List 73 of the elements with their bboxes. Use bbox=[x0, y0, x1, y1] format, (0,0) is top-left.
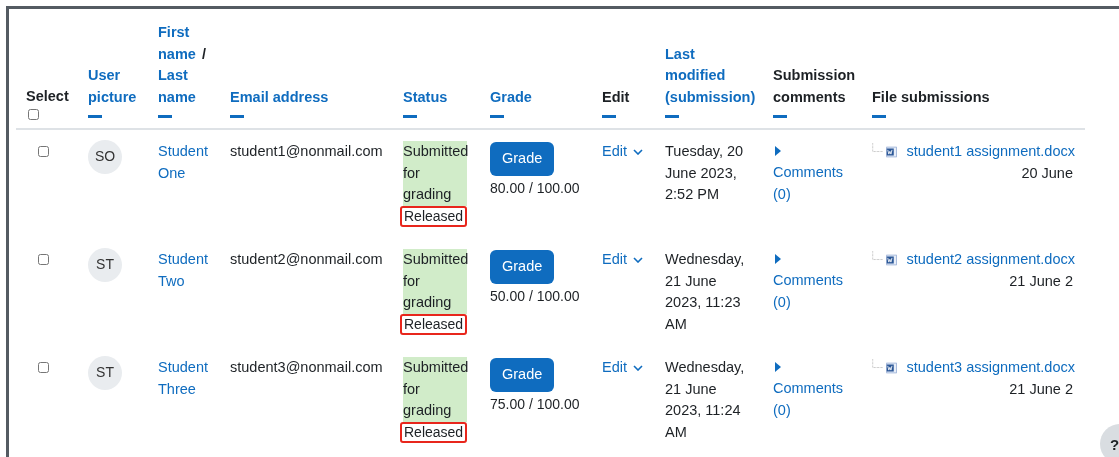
sort-icon[interactable] bbox=[773, 115, 787, 118]
sort-icon[interactable] bbox=[88, 115, 102, 118]
chevron-down-icon bbox=[633, 148, 643, 155]
sort-icon[interactable] bbox=[665, 115, 679, 118]
comments-link[interactable]: Comments (0) bbox=[773, 162, 852, 205]
grade-button[interactable]: Grade bbox=[490, 142, 555, 176]
release-status: Released bbox=[400, 205, 468, 227]
date-text: Wednesday, 21 June 2023, 11:23 AM bbox=[665, 251, 745, 332]
sort-icon[interactable] bbox=[490, 115, 504, 118]
grade-text: 50.00 / 100.00 bbox=[490, 286, 581, 306]
column-header-link[interactable]: Last name bbox=[158, 65, 210, 108]
column-header: Select bbox=[26, 86, 68, 106]
student-name-link[interactable]: Student Three bbox=[158, 357, 210, 400]
user-avatar[interactable]: ST bbox=[88, 248, 122, 282]
comments-link[interactable]: Comments (0) bbox=[773, 378, 852, 421]
sort-icon[interactable] bbox=[872, 115, 886, 118]
expand-triangle-icon bbox=[775, 254, 781, 264]
user-avatar[interactable]: ST bbox=[88, 356, 122, 390]
expand-triangle-icon bbox=[775, 146, 781, 156]
email-text: student3@nonmail.com bbox=[230, 359, 383, 375]
file-link[interactable]: student1 assignment.docx bbox=[906, 141, 1075, 163]
separator-text: / bbox=[202, 44, 207, 64]
status-badge: Submitted for grading bbox=[403, 141, 467, 206]
comments-link[interactable]: Comments (0) bbox=[773, 270, 852, 313]
file-date-text: 21 June 2 bbox=[1009, 380, 1073, 397]
grade-button[interactable]: Grade bbox=[490, 358, 555, 392]
row-checkbox[interactable] bbox=[38, 362, 49, 373]
column-header: Edit bbox=[602, 87, 631, 107]
edit-menu[interactable]: Edit bbox=[602, 141, 643, 163]
grade-button[interactable]: Grade bbox=[490, 250, 555, 284]
sort-icon[interactable] bbox=[403, 115, 417, 118]
tree-branch-icon bbox=[872, 140, 884, 155]
user-avatar[interactable]: SO bbox=[88, 140, 122, 174]
grade-text: 80.00 / 100.00 bbox=[490, 178, 581, 198]
chevron-down-icon bbox=[633, 364, 643, 371]
help-button[interactable]: ? bbox=[1100, 424, 1119, 457]
student-name-link[interactable]: Student Two bbox=[158, 249, 210, 292]
column-header-link[interactable]: Last modified (submission) bbox=[665, 43, 753, 108]
chevron-down-icon bbox=[633, 256, 643, 263]
edit-menu[interactable]: Edit bbox=[602, 249, 643, 271]
sort-icon[interactable] bbox=[602, 115, 616, 118]
edit-menu[interactable]: Edit bbox=[602, 357, 643, 379]
expand-triangle-icon bbox=[775, 362, 781, 372]
release-status: Released bbox=[400, 421, 468, 443]
date-text: Tuesday, 20 June 2023, 2:52 PM bbox=[665, 143, 744, 202]
release-status: Released bbox=[400, 313, 468, 335]
file-date-text: 21 June 2 bbox=[1009, 272, 1073, 289]
column-header-link[interactable]: Email address bbox=[230, 86, 383, 108]
sort-icon[interactable] bbox=[158, 115, 172, 118]
grade-text: 75.00 / 100.00 bbox=[490, 394, 581, 414]
row-checkbox[interactable] bbox=[38, 146, 49, 157]
file-link[interactable]: student3 assignment.docx bbox=[906, 357, 1075, 379]
select-all-checkbox[interactable] bbox=[28, 109, 39, 120]
email-text: student2@nonmail.com bbox=[230, 251, 383, 267]
column-header-link[interactable]: Grade bbox=[490, 86, 582, 108]
column-header-link[interactable]: Status bbox=[403, 86, 470, 108]
column-header-link[interactable]: First name bbox=[158, 22, 198, 65]
column-header: File submissions bbox=[872, 87, 991, 107]
tree-branch-icon bbox=[872, 248, 884, 263]
word-document-icon bbox=[886, 251, 898, 268]
word-document-icon bbox=[886, 143, 898, 160]
status-badge: Submitted for grading bbox=[403, 357, 467, 422]
date-text: Wednesday, 21 June 2023, 11:24 AM bbox=[665, 359, 745, 440]
status-badge: Submitted for grading bbox=[403, 249, 467, 314]
file-date-text: 20 June bbox=[1021, 164, 1073, 181]
file-link[interactable]: student2 assignment.docx bbox=[906, 249, 1075, 271]
tree-branch-icon bbox=[872, 356, 884, 371]
sort-icon[interactable] bbox=[230, 115, 244, 118]
column-header-link[interactable]: User picture bbox=[88, 65, 138, 108]
email-text: student1@nonmail.com bbox=[230, 143, 383, 159]
row-checkbox[interactable] bbox=[38, 254, 49, 265]
word-document-icon bbox=[886, 359, 898, 376]
student-name-link[interactable]: Student One bbox=[158, 141, 210, 184]
